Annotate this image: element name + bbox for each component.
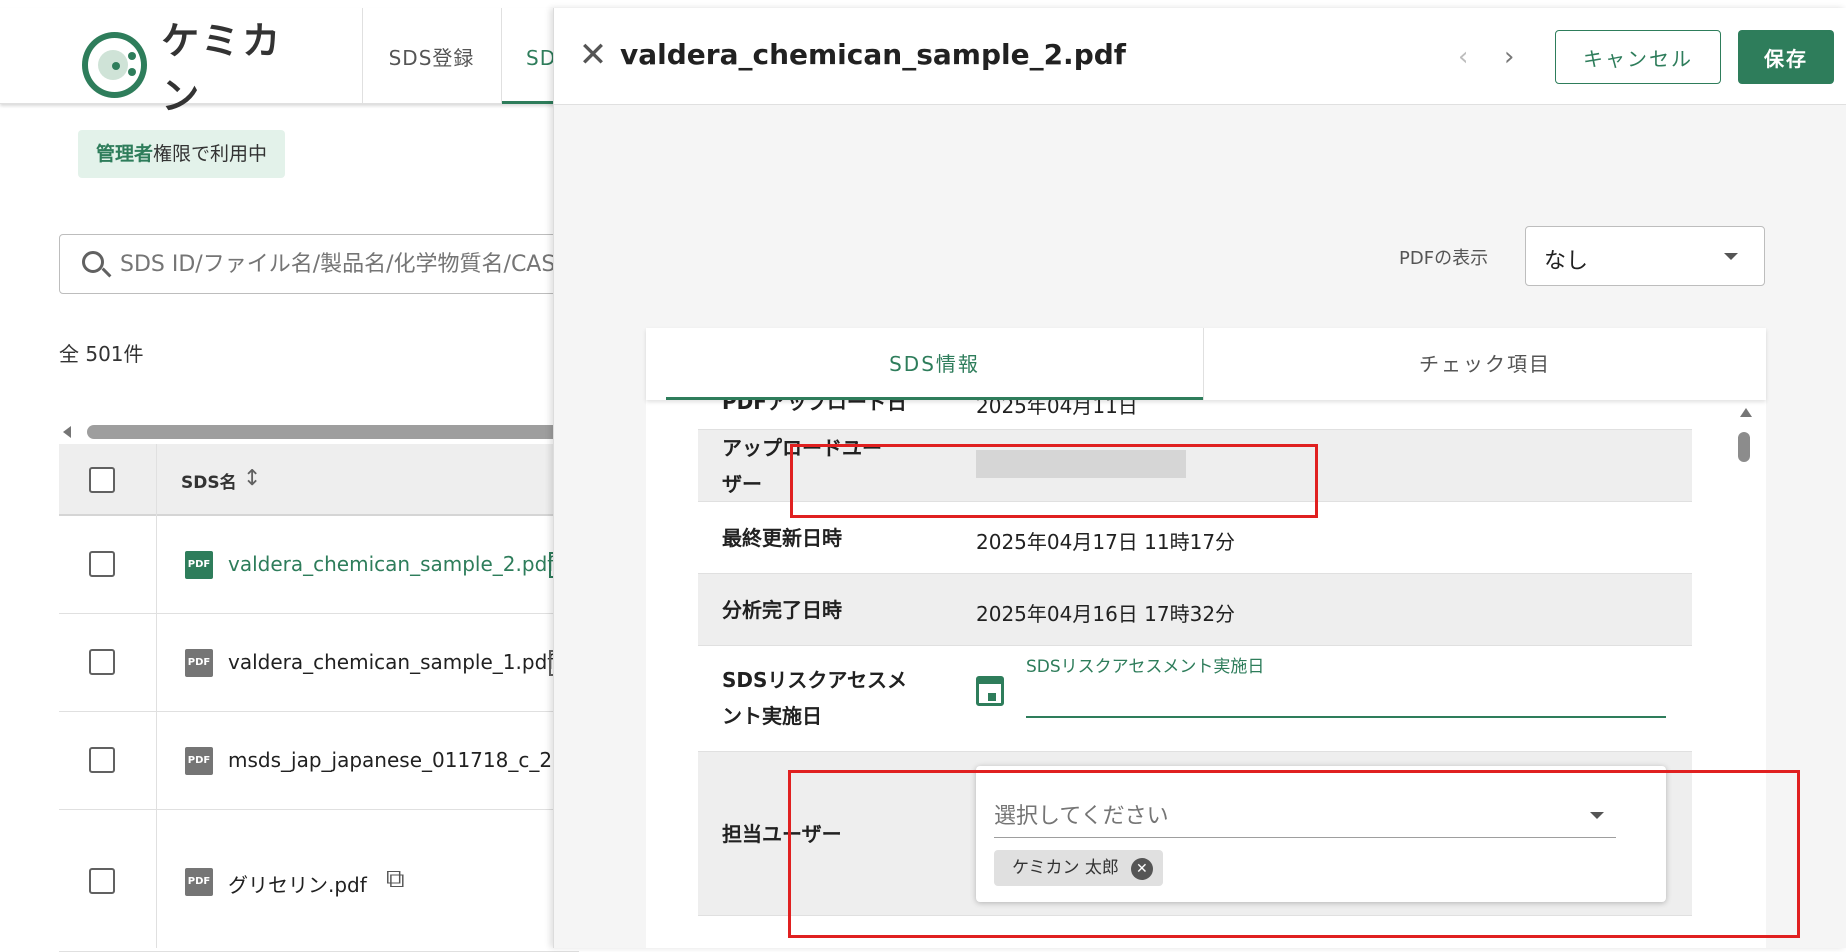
- column-header-sds-name[interactable]: SDS名: [181, 468, 237, 493]
- row-checkbox[interactable]: [89, 747, 115, 773]
- cancel-chip-icon[interactable]: ✕: [1130, 858, 1153, 880]
- role-name: 管理者: [96, 143, 154, 165]
- row-upload-date: PDFアップロード日 2025年04月11日: [698, 400, 1692, 430]
- sds-detail-drawer: ✕ valdera_chemican_sample_2.pdf ‹ › キャンセ…: [553, 8, 1846, 948]
- scroll-left-icon[interactable]: [63, 426, 71, 438]
- file-name-link[interactable]: valdera_chemican_sample_2.pdf: [228, 552, 554, 576]
- table-row[interactable]: PDF グリセリン.pdf ⧉: [59, 810, 579, 952]
- upload-date-label: PDFアップロード日: [722, 400, 907, 414]
- pdf-icon: PDF: [185, 649, 213, 677]
- tab-sds-info[interactable]: SDS情報: [666, 328, 1203, 400]
- assignee-label: 担当ユーザー: [722, 822, 842, 846]
- pdf-icon: PDF: [185, 551, 213, 579]
- analysis-done-label: 分析完了日時: [722, 598, 842, 622]
- row-analysis-done: 分析完了日時 2025年04月16日 17時32分: [698, 574, 1692, 646]
- pdf-display-select[interactable]: なし: [1525, 226, 1765, 286]
- logo-text: ケミカン: [161, 19, 284, 118]
- row-checkbox[interactable]: [89, 551, 115, 577]
- risk-assessment-date-input[interactable]: [1026, 682, 1666, 718]
- upload-user-label-line2: ザー: [722, 472, 762, 496]
- cancel-button[interactable]: キャンセル: [1555, 30, 1721, 84]
- assignee-field: 選択してください ケミカン 太郎 ✕: [976, 766, 1666, 902]
- pdf-icon: PDF: [185, 868, 213, 896]
- logo-mark-icon: [82, 32, 148, 98]
- table-row[interactable]: PDF msds_jap_japanese_011718_c_23m: [59, 712, 584, 810]
- redacted-user-value: [976, 450, 1186, 478]
- file-name[interactable]: グリセリン.pdf: [228, 869, 367, 898]
- sds-table: SDS名 ↕ PDF valdera_chemican_sample_2.pdf…: [59, 444, 584, 952]
- row-upload-user: アップロードユー ザー: [698, 430, 1692, 502]
- search-input[interactable]: [120, 235, 580, 293]
- scrollbar-thumb[interactable]: [87, 425, 587, 439]
- close-icon[interactable]: ✕: [576, 38, 610, 72]
- row-checkbox[interactable]: [89, 649, 115, 675]
- save-button[interactable]: 保存: [1738, 30, 1834, 84]
- sds-info-content: PDFアップロード日 2025年04月11日 アップロードユー ザー 最終更新日…: [666, 400, 1726, 948]
- chevron-right-icon[interactable]: ›: [1504, 42, 1514, 72]
- horizontal-scrollbar[interactable]: [59, 420, 587, 444]
- row-last-updated: 最終更新日時 2025年04月17日 11時17分: [698, 502, 1692, 574]
- upload-date-value: 2025年04月11日: [976, 400, 1138, 418]
- drawer-header: ✕ valdera_chemican_sample_2.pdf ‹ › キャンセ…: [554, 8, 1846, 105]
- role-badge: 管理者権限で利用中: [78, 130, 286, 178]
- sort-icon[interactable]: ↕: [243, 466, 261, 491]
- upload-user-label-line1: アップロードユー: [722, 436, 882, 460]
- row-assignee: 担当ユーザー 選択してください ケミカン 太郎 ✕: [698, 752, 1692, 916]
- tab-check-items[interactable]: チェック項目: [1203, 328, 1766, 400]
- tab-sds-register[interactable]: SDS登録: [362, 8, 502, 104]
- app-logo[interactable]: ケミカン: [82, 19, 322, 118]
- pdf-icon: PDF: [185, 747, 213, 775]
- chip-label: ケミカン 太郎: [1012, 858, 1119, 878]
- risk-assessment-field-label: SDSリスクアセスメント実施日: [1026, 657, 1265, 677]
- drawer-title: valdera_chemican_sample_2.pdf: [620, 38, 1126, 71]
- risk-assessment-label-line1: SDSリスクアセスメ: [722, 668, 908, 692]
- search-box[interactable]: [59, 234, 580, 294]
- last-updated-value: 2025年04月17日 11時17分: [976, 530, 1236, 554]
- pdf-display-label: PDFの表示: [1399, 248, 1489, 269]
- vertical-scrollbar[interactable]: [1724, 400, 1766, 948]
- sds-info-panel: SDS情報 チェック項目 PDFアップロード日 2025年04月11日 アップロ…: [646, 328, 1800, 948]
- analysis-done-value: 2025年04月16日 17時32分: [976, 602, 1236, 626]
- open-in-new-icon[interactable]: ⧉: [386, 864, 405, 895]
- file-name[interactable]: valdera_chemican_sample_1.pdf: [228, 650, 554, 674]
- table-row[interactable]: PDF valdera_chemican_sample_1.pdf: [59, 614, 579, 712]
- caret-down-icon: [1590, 812, 1604, 819]
- role-suffix: 権限で利用中: [153, 143, 268, 165]
- table-header: SDS名 ↕: [59, 444, 579, 516]
- assignee-select[interactable]: 選択してください: [994, 776, 1616, 838]
- file-name[interactable]: msds_jap_japanese_011718_c_23m: [228, 748, 584, 772]
- scrollbar-thumb[interactable]: [1738, 432, 1750, 462]
- chevron-left-icon[interactable]: ‹: [1458, 42, 1468, 72]
- pdf-display-value: なし: [1544, 249, 1589, 274]
- selected-user-chip[interactable]: ケミカン 太郎 ✕: [994, 850, 1163, 886]
- scroll-up-icon[interactable]: [1740, 408, 1752, 417]
- search-icon: [82, 251, 104, 273]
- table-row[interactable]: PDF valdera_chemican_sample_2.pdf: [59, 516, 579, 614]
- last-updated-label: 最終更新日時: [722, 526, 842, 550]
- select-all-checkbox[interactable]: [89, 467, 115, 493]
- caret-down-icon: [1724, 253, 1738, 260]
- assignee-placeholder: 選択してください: [994, 804, 1169, 829]
- row-risk-assessment: SDSリスクアセスメ ント実施日 SDSリスクアセスメント実施日: [698, 646, 1692, 752]
- detail-tabs: SDS情報 チェック項目: [646, 328, 1766, 400]
- risk-assessment-label-line2: ント実施日: [722, 704, 822, 728]
- calendar-icon[interactable]: [976, 676, 1004, 706]
- total-count: 全 501件: [59, 342, 144, 366]
- row-checkbox[interactable]: [89, 868, 115, 894]
